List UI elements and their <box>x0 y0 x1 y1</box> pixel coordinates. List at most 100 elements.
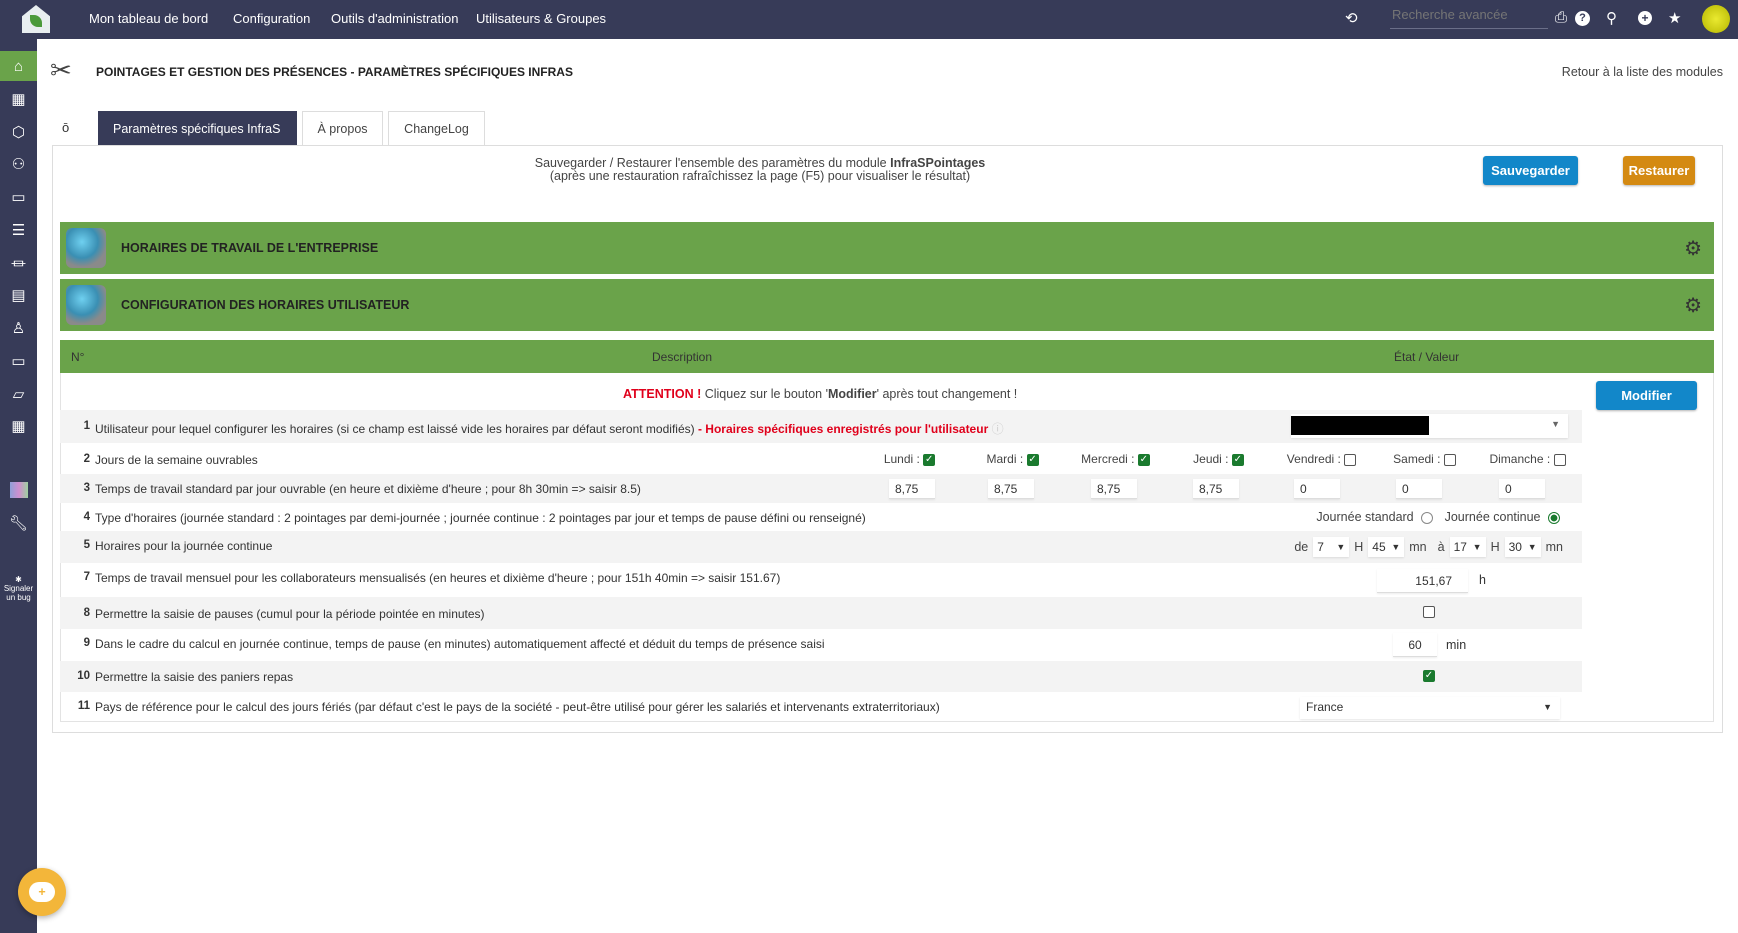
module-name: InfraSPointages <box>890 156 986 170</box>
tuesday-hours-input[interactable]: 8,75 <box>988 479 1034 499</box>
module-icon: ō <box>62 120 70 135</box>
nav-configuration[interactable]: Configuration <box>233 11 310 26</box>
table-row: 4 Type d'horaires (journée standard : 2 … <box>60 503 1582 531</box>
box-icon[interactable]: ⬡ <box>0 117 37 147</box>
break-minutes-input[interactable]: 60 <box>1393 633 1437 657</box>
gear-icon[interactable]: ⚙ <box>1684 293 1702 318</box>
monday-hours-input[interactable]: 8,75 <box>889 479 935 499</box>
chat-button[interactable]: + <box>18 868 66 916</box>
continuous-hours: de 7 ▼ H 45 ▼ mn à 17 ▼ H 30 ▼ mn <box>1294 537 1563 557</box>
nav-admin-tools[interactable]: Outils d'administration <box>331 11 458 26</box>
continuous-day-radio[interactable] <box>1548 511 1560 524</box>
country-select[interactable]: France ▼ <box>1300 697 1560 719</box>
table-row: 8 Permettre la saisie de pauses (cumul p… <box>60 597 1582 629</box>
monday-checkbox[interactable]: ✓ <box>923 453 936 466</box>
day-friday: Vendredi : <box>1270 452 1373 466</box>
friday-hours-input[interactable]: 0 <box>1294 479 1340 499</box>
table-row: 9 Dans le cadre du calcul en journée con… <box>60 629 1582 661</box>
restore-button[interactable]: Restaurer <box>1623 156 1695 185</box>
bug-icon: ✱ <box>15 575 22 584</box>
org-chart-icon[interactable]: ⚇ <box>0 149 37 179</box>
table-row: 2 Jours de la semaine ouvrables Lundi : … <box>60 443 1582 474</box>
coins-icon[interactable]: ☰ <box>0 215 37 245</box>
day-sunday: Dimanche : <box>1476 452 1579 466</box>
nav-users-groups[interactable]: Utilisateurs & Groupes <box>476 11 606 26</box>
save-button[interactable]: Sauvegarder <box>1483 156 1578 185</box>
top-bar: Mon tableau de bord Configuration Outils… <box>0 0 1738 39</box>
day-wednesday: Mercredi : ✓ <box>1081 452 1150 466</box>
tools-icon: ✂ <box>50 55 72 85</box>
help-icon[interactable]: ? <box>1575 11 1590 26</box>
standard-day-radio[interactable] <box>1421 511 1434 524</box>
schedule-type-radios: Journée standard Journée continue <box>1316 510 1560 524</box>
table-row: 11 Pays de référence pour le calcul des … <box>60 692 1582 722</box>
planning-icon[interactable] <box>0 475 37 505</box>
home-icon[interactable]: ⌂ <box>0 51 37 81</box>
wednesday-hours-input[interactable]: 8,75 <box>1091 479 1137 499</box>
print-icon[interactable]: ⎙ <box>1555 9 1567 26</box>
table-row: 1 Utilisateur pour lequel configurer les… <box>60 410 1582 443</box>
back-to-modules-link[interactable]: Retour à la liste des modules <box>1562 65 1723 79</box>
section-user-hours[interactable]: CONFIGURATION DES HORAIRES UTILISATEUR ⚙ <box>60 279 1714 331</box>
tab-changelog[interactable]: ChangeLog <box>388 111 485 145</box>
sunday-hours-input[interactable]: 0 <box>1499 479 1545 499</box>
end-hour-select[interactable]: 17 ▼ <box>1449 537 1486 557</box>
start-hour-select[interactable]: 7 ▼ <box>1313 537 1350 557</box>
day-thursday: Jeudi : ✓ <box>1193 452 1244 466</box>
bank-icon[interactable]: ⏛ <box>0 248 37 278</box>
end-minute-select[interactable]: 30 ▼ <box>1504 537 1541 557</box>
nav-dashboard[interactable]: Mon tableau de bord <box>89 11 208 26</box>
tab-specific-params[interactable]: Paramètres spécifiques InfraS <box>98 111 297 145</box>
thursday-hours-input[interactable]: 8,75 <box>1193 479 1239 499</box>
section-company-hours[interactable]: HORAIRES DE TRAVAIL DE L'ENTREPRISE ⚙ <box>60 222 1714 274</box>
table-header: N° Description État / Valeur <box>60 340 1714 373</box>
user-icon[interactable]: ♙ <box>0 313 37 343</box>
report-bug-link[interactable]: ✱ Signaler un bug <box>0 575 37 602</box>
table-row: 3 Temps de travail standard par jour ouv… <box>60 474 1582 503</box>
day-saturday: Samedi : <box>1373 452 1476 466</box>
logo-icon[interactable] <box>22 5 50 33</box>
wrench-icon[interactable]: 🔧︎ <box>0 508 37 538</box>
tab-about[interactable]: À propos <box>302 111 383 145</box>
monthly-hours-input[interactable]: 151,67 <box>1377 569 1468 593</box>
search-input[interactable] <box>1390 7 1548 22</box>
gear-icon[interactable]: ⚙ <box>1684 236 1702 261</box>
calendar-icon[interactable]: ▦ <box>0 411 37 441</box>
star-icon[interactable]: ★ <box>1668 9 1681 27</box>
user-select[interactable]: ▼ <box>1291 414 1568 438</box>
tuesday-checkbox[interactable]: ✓ <box>1026 453 1039 466</box>
meal-allowance-checkbox[interactable]: ✓ <box>1423 670 1435 682</box>
settings-cubes-icon <box>66 228 106 268</box>
day-monday: Lundi : ✓ <box>883 452 936 466</box>
allow-breaks-checkbox[interactable] <box>1423 606 1435 618</box>
building-icon[interactable]: ▦ <box>0 84 37 114</box>
sidebar: ⌂ ▦ ⬡ ⚇ ▭ ☰ ⏛ ▤ ♙ ▭ ▱ ▦ 🔧︎ ✱ Signaler un… <box>0 39 37 933</box>
friday-checkbox[interactable] <box>1344 453 1357 466</box>
user-avatar[interactable] <box>1702 5 1730 33</box>
invoice-icon[interactable]: ▤ <box>0 280 37 310</box>
page-title: POINTAGES ET GESTION DES PRÉSENCES - PAR… <box>96 65 573 79</box>
attention-row: ATTENTION ! Cliquez sur le bouton 'Modif… <box>623 387 1018 401</box>
add-icon[interactable]: + <box>1638 11 1652 25</box>
ticket-icon[interactable]: ▭ <box>0 346 37 376</box>
info-icon[interactable]: ⓘ <box>992 422 1004 436</box>
settings-cubes-icon <box>66 285 106 325</box>
day-tuesday: Mardi : ✓ <box>986 452 1039 466</box>
folder-icon[interactable]: ▱ <box>0 379 37 409</box>
table-row: 5 Horaires pour la journée continue de 7… <box>60 531 1582 563</box>
saturday-hours-input[interactable]: 0 <box>1396 479 1442 499</box>
start-minute-select[interactable]: 45 ▼ <box>1368 537 1405 557</box>
chat-bubble-icon: + <box>29 882 55 902</box>
thursday-checkbox[interactable]: ✓ <box>1231 453 1244 466</box>
backup-info: Sauvegarder / Restaurer l'ensemble des p… <box>534 156 986 183</box>
redacted-user <box>1291 416 1429 435</box>
search-icon[interactable]: ⚲ <box>1606 9 1617 27</box>
briefcase-icon[interactable]: ▭ <box>0 182 37 212</box>
dropdown-arrow-icon: ▼ <box>1551 419 1560 429</box>
saturday-checkbox[interactable] <box>1443 453 1456 466</box>
sunday-checkbox[interactable] <box>1553 453 1566 466</box>
wednesday-checkbox[interactable]: ✓ <box>1137 453 1150 466</box>
table-row: 7 Temps de travail mensuel pour les coll… <box>60 563 1582 597</box>
modify-button[interactable]: Modifier <box>1596 381 1697 410</box>
history-icon[interactable]: ⟲ <box>1345 9 1358 27</box>
